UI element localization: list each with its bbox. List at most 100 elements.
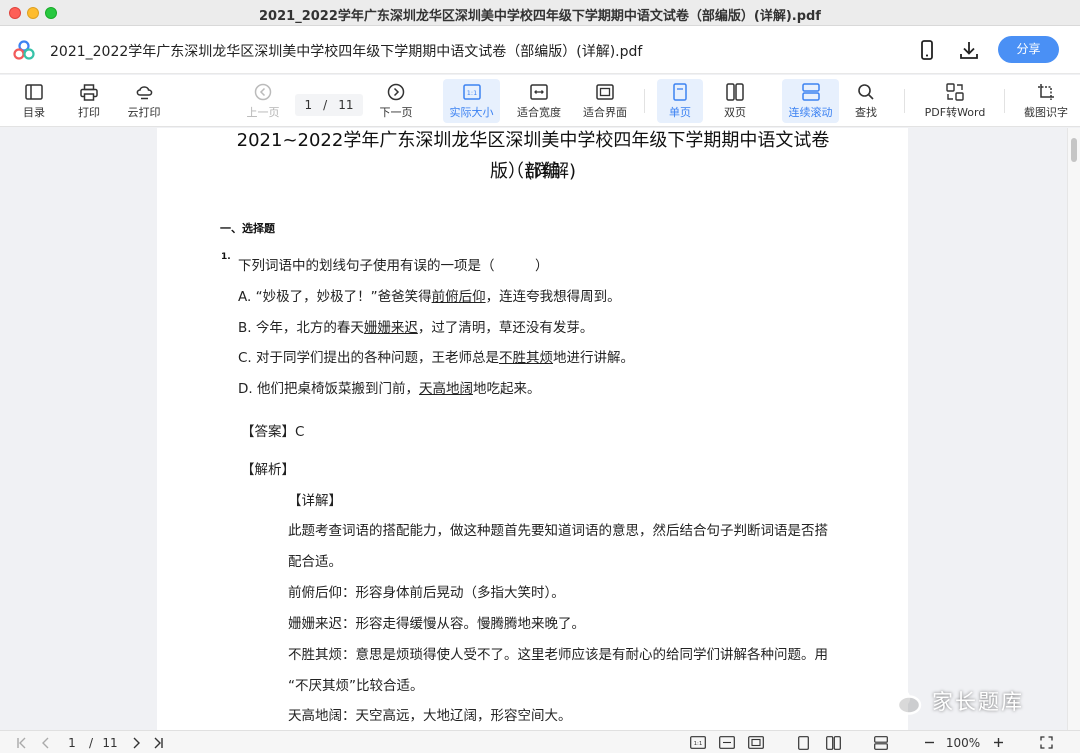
option-c-pre: C. 对于同学们提出的各种问题，王老师总是 [238, 350, 500, 366]
page-number-box[interactable]: 1 / 11 [295, 94, 363, 116]
cloud-icon [134, 82, 154, 102]
fullscreen-icon[interactable] [1037, 734, 1055, 751]
page-separator: / [323, 98, 328, 112]
next-page-icon[interactable] [128, 734, 144, 751]
double-page-button[interactable]: 双页 [714, 79, 756, 123]
analysis-label: 【解析】 [241, 462, 295, 478]
fit-width-icon [529, 82, 549, 102]
chevron-right-circle-icon [386, 82, 406, 102]
zoom-level[interactable]: 100% [943, 734, 983, 751]
zoom-in-icon[interactable] [990, 734, 1006, 751]
document-viewport[interactable]: 2021~2022学年广东深圳龙华区深圳美中学校四年级下学期期中语文试卷（部编 … [0, 128, 1080, 730]
option-b-pre: B. 今年，北方的春天 [238, 320, 364, 336]
zoom-out-icon[interactable] [921, 734, 937, 751]
printer-icon [79, 82, 99, 102]
actual-size-button[interactable]: 1:1 实际大小 [443, 79, 500, 123]
toc-button[interactable]: 目录 [14, 79, 54, 123]
continuous-scroll-button[interactable]: 连续滚动 [782, 79, 839, 123]
detail-line: 此题考查词语的搭配能力，做这种题首先要知道词语的意思，然后结合句子判断词语是否搭 [288, 523, 828, 539]
scrollbar-thumb[interactable] [1071, 138, 1077, 162]
chevron-left-circle-icon [253, 82, 273, 102]
print-label: 打印 [78, 106, 100, 119]
ocr-label: 截图识字 [1024, 106, 1068, 119]
share-button[interactable]: 分享 [998, 36, 1059, 63]
next-page-button[interactable]: 下一页 [374, 79, 418, 123]
phone-icon[interactable] [916, 39, 938, 61]
prev-page-icon[interactable] [38, 734, 54, 751]
total-pages: 11 [338, 98, 354, 112]
ocr-button[interactable]: 截图识字 [1018, 79, 1074, 123]
option-c: C. 对于同学们提出的各种问题，王老师总是不胜其烦地进行讲解。 [238, 346, 634, 366]
search-label: 查找 [855, 106, 877, 119]
option-c-underlined: 不胜其烦 [499, 350, 554, 366]
download-icon[interactable] [958, 39, 980, 61]
detail-line: 配合适。 [288, 554, 342, 570]
single-page-icon[interactable] [795, 734, 811, 751]
option-d-post: 地吃起来。 [472, 381, 541, 397]
status-total-pages: 11 [102, 735, 118, 750]
option-b-post: ，过了清明，草还没有发芽。 [417, 320, 594, 336]
search-button[interactable]: 查找 [845, 79, 887, 123]
detail-line: 姗姗来迟：形容走得缓慢从容。慢腾腾地来晚了。 [288, 616, 585, 632]
toc-icon [24, 82, 44, 102]
fit-width-button[interactable]: 适合宽度 [512, 79, 566, 123]
prev-page-label: 上一页 [246, 106, 280, 119]
continuous-scroll-icon[interactable] [872, 734, 890, 751]
crop-icon [1036, 82, 1056, 102]
wechat-icon [881, 686, 922, 715]
actual-size-icon[interactable]: 1:1 [689, 734, 707, 751]
toolbar-divider [644, 89, 645, 113]
fit-page-icon[interactable] [747, 734, 765, 751]
detail-line: 前俯后仰：形容身体前后晃动（多指大笑时）。 [288, 585, 565, 601]
actual-size-label: 实际大小 [449, 106, 494, 119]
document-title: 2021_2022学年广东深圳龙华区深圳美中学校四年级下学期期中语文试卷（部编版… [50, 44, 643, 60]
answer-value: C [295, 424, 305, 440]
first-page-icon[interactable] [14, 734, 30, 751]
svg-text:1:1: 1:1 [466, 89, 476, 97]
fit-page-button[interactable]: 适合界面 [578, 79, 632, 123]
fit-page-label: 适合界面 [583, 106, 627, 119]
detail-line: 不胜其烦：意思是烦琐得使人受不了。这里老师应该是有耐心的给同学们讲解各种问题。用 [288, 647, 828, 663]
question-text: 下列词语中的划线句子使用有误的一项是（ ） [238, 258, 549, 274]
print-button[interactable]: 打印 [69, 79, 109, 123]
svg-text:1:1: 1:1 [694, 741, 703, 747]
option-a-post: ，连连夸我想得周到。 [485, 289, 621, 305]
detail-line: 天高地阔：天空高远，大地辽阔，形容空间大。 [288, 708, 572, 724]
answer-label: 【答案】 [241, 424, 295, 440]
answer: 【答案】C [241, 420, 304, 440]
actual-size-icon: 1:1 [462, 82, 482, 102]
prev-page-button[interactable]: 上一页 [242, 79, 284, 123]
pdf-page: 2021~2022学年广东深圳龙华区深圳美中学校四年级下学期期中语文试卷（部编 … [157, 128, 908, 730]
fit-page-icon [595, 82, 615, 102]
detail-line: “不厌其烦”比较合适。 [288, 678, 424, 694]
window-title: 2021_2022学年广东深圳龙华区深圳美中学校四年级下学期期中语文试卷（部编版… [259, 9, 821, 24]
detail-label: 【详解】 [288, 493, 342, 509]
option-a-underlined: 前俯后仰 [431, 289, 486, 305]
status-page-separator: / [88, 735, 94, 750]
pdf-to-word-label: PDF转Word [924, 106, 986, 119]
current-page-input[interactable]: 1 [305, 98, 313, 112]
watermark: 家长题库 [880, 686, 1024, 716]
option-b-underlined: 姗姗来迟 [363, 320, 418, 336]
search-icon [856, 82, 876, 102]
question-number: 1. [221, 252, 231, 262]
status-current-page[interactable]: 1 [64, 734, 80, 751]
continuous-scroll-icon [801, 82, 821, 102]
option-d-underlined: 天高地阔 [418, 381, 473, 397]
single-page-icon [670, 82, 690, 102]
last-page-icon[interactable] [150, 734, 166, 751]
fit-width-label: 适合宽度 [517, 106, 561, 119]
fit-width-icon[interactable] [718, 734, 736, 751]
cloud-print-label: 云打印 [127, 106, 161, 119]
app-logo-icon [13, 40, 35, 60]
option-c-post: 地进行讲解。 [553, 350, 635, 366]
toolbar: 目录 打印 云打印 上一页 1 / 11 下一页 1:1 实际大小 适合宽度 适… [0, 75, 1080, 127]
vertical-scrollbar[interactable] [1067, 128, 1080, 730]
double-page-icon [725, 82, 745, 102]
single-page-button[interactable]: 单页 [657, 79, 703, 123]
status-bar: 1 / 11 1:1 100% [0, 730, 1080, 753]
cloud-print-button[interactable]: 云打印 [122, 79, 166, 123]
double-page-icon[interactable] [824, 734, 842, 751]
continuous-scroll-label: 连续滚动 [788, 106, 833, 119]
pdf-to-word-button[interactable]: PDF转Word [919, 79, 991, 123]
